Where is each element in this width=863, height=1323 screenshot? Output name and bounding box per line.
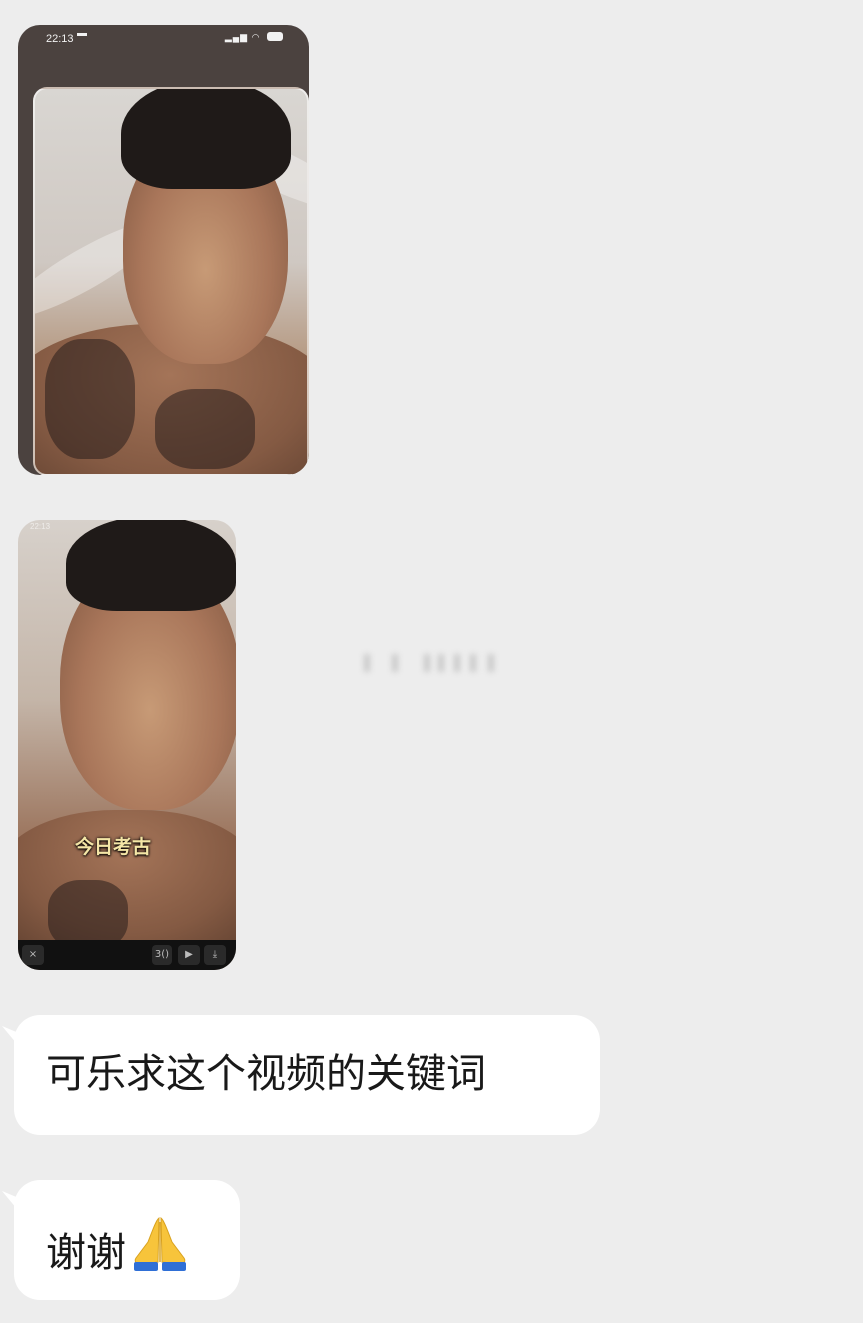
video-message[interactable]: 22:13 今日考古 × 3() ▶ ⤓ — [18, 520, 236, 970]
text-message[interactable]: 谢谢 — [14, 1180, 240, 1300]
speed-button[interactable]: 3() — [152, 945, 172, 965]
status-time: 22:13 — [30, 522, 51, 531]
wifi-icon: ◠ — [251, 32, 261, 42]
person-hair — [66, 520, 236, 611]
folded-hands-icon — [130, 1214, 190, 1284]
play-button[interactable]: ▶ — [178, 945, 200, 965]
message-text: 可乐求这个视频的关键词 — [46, 1051, 486, 1097]
status-time: 22:13 — [46, 33, 87, 45]
message-text: 谢谢 — [46, 1230, 126, 1276]
tattoo — [45, 339, 135, 459]
tattoo — [155, 389, 255, 469]
status-bar: 22:13 ▂▄▆ ◠ — [18, 25, 309, 55]
download-button[interactable]: ⤓ — [204, 945, 226, 965]
close-button[interactable]: × — [22, 945, 44, 965]
status-icons: ▂▄▆ ◠ — [225, 32, 283, 43]
blurred-watermark — [362, 650, 508, 676]
image-message-screenshot[interactable]: 22:13 ▂▄▆ ◠ — [18, 25, 309, 475]
video-caption: 今日考古 — [74, 836, 151, 858]
person-hair — [121, 89, 291, 189]
bed-icon — [76, 33, 87, 41]
text-message[interactable]: 可乐求这个视频的关键词 — [14, 1015, 600, 1135]
battery-icon — [267, 32, 283, 41]
camera-frame — [33, 87, 309, 475]
video-toolbar: × 3() ▶ ⤓ — [18, 940, 236, 970]
signal-icon: ▂▄▆ — [224, 32, 249, 42]
